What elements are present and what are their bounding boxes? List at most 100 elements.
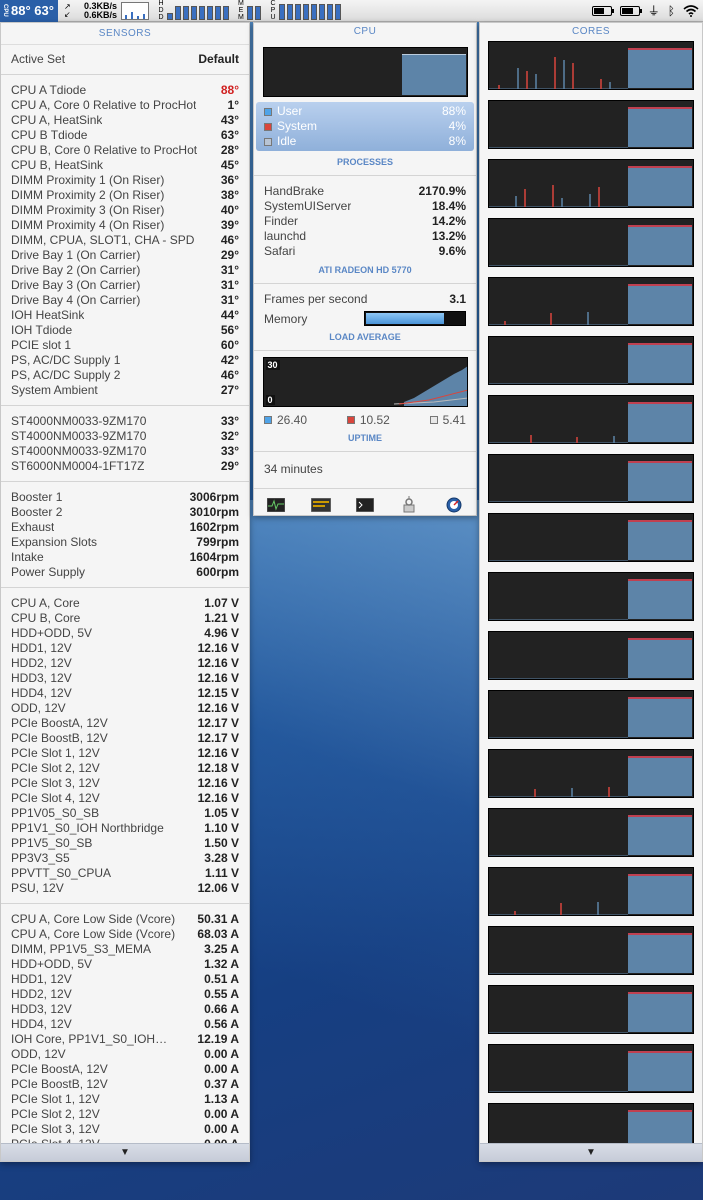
active-set-row[interactable]: Active Set Default — [1, 45, 249, 74]
cpu-legend-value: 8% — [448, 134, 466, 148]
voltage-row: PCIe BoostA, 12V 12.17 V — [1, 716, 249, 731]
voltage-row-label: PCIe BoostA, 12V — [11, 716, 108, 730]
net-down-rate: 0.6KB/s — [83, 9, 117, 20]
current-row-label: HDD3, 12V — [11, 1002, 72, 1016]
current-row-label: HDD+ODD, 5V — [11, 957, 93, 971]
core-history-plot — [489, 501, 628, 502]
wifi-icon[interactable] — [683, 4, 699, 17]
fan-row-value: 3010rpm — [189, 505, 239, 519]
process-list: HandBrake 2170.9% SystemUIServer 18.4% Finde… — [254, 176, 476, 259]
process-row-value: 2170.9% — [418, 184, 466, 198]
legend-swatch — [264, 138, 272, 146]
battery-2-icon[interactable] — [619, 5, 642, 16]
temperature-row-label: System Ambient — [11, 383, 98, 397]
terminal-icon[interactable] — [355, 497, 375, 513]
voltage-row-value: 12.16 V — [197, 776, 239, 790]
voltage-row-value: 1.50 V — [204, 836, 239, 850]
voltage-row: ODD, 12V 12.16 V — [1, 701, 249, 716]
system-profiler-icon[interactable] — [444, 497, 464, 513]
uptime-title: UPTIME — [347, 433, 382, 443]
hdd-menu-item[interactable] — [166, 2, 229, 20]
processes-title: PROCESSES — [336, 157, 394, 167]
core-graph — [488, 100, 694, 149]
core-graph — [488, 690, 694, 739]
mem-level-bar — [246, 5, 253, 20]
cpu-load-area — [401, 54, 466, 95]
current-row: CPU A, Core Low Side (Vcore) 68.03 A — [1, 927, 249, 942]
fps-value: 3.1 — [449, 292, 466, 306]
temperature-row-label: DIMM Proximity 4 (On Riser) — [11, 218, 165, 232]
temperature-row-label: IOH HeatSink — [11, 308, 85, 322]
voltage-row: HDD+ODD, 5V 4.96 V — [1, 626, 249, 641]
current-row: CPU A, Core Low Side (Vcore) 50.31 A — [1, 912, 249, 927]
temperature-row-label: IOH Tdiode — [11, 323, 73, 337]
disk-utility-icon[interactable] — [399, 496, 419, 513]
temperature-row-value: 56° — [220, 323, 239, 337]
cpu-title: CPU — [353, 26, 377, 37]
temperature-row: CPU B Tdiode 63° — [1, 128, 249, 143]
current-row-value: 0.66 A — [204, 1002, 239, 1016]
temperature-row-label: Drive Bay 2 (On Carrier) — [11, 263, 141, 277]
temperature-row-value: 31° — [220, 263, 239, 277]
current-row-label: PCIe BoostB, 12V — [11, 1077, 108, 1091]
cpu-panel: CPU User 88% System 4% Idle 8% PROCESSES Hand… — [253, 22, 477, 516]
cpu-legend-value: 88% — [441, 104, 466, 118]
voltage-row-label: PP3V3_S5 — [11, 851, 70, 865]
cpu-menu-item[interactable] — [278, 2, 341, 20]
core-graph — [488, 749, 694, 798]
console-icon[interactable] — [310, 497, 331, 513]
voltage-row-label: ODD, 12V — [11, 701, 66, 715]
drive-temperature-list: ST4000NM0033-9ZM170 33° ST4000NM0033-9ZM17… — [1, 414, 249, 474]
load-legend-item: 10.52 — [346, 413, 390, 427]
voltage-row-label: PPVTT_S0_CPUA — [11, 866, 112, 880]
core-history-plot — [489, 560, 628, 561]
hdd-level-bar — [190, 5, 197, 20]
voltage-row: PPVTT_S0_CPUA 1.11 V — [1, 866, 249, 881]
fan-row-value: 3006rpm — [189, 490, 239, 504]
temperature-row: DIMM Proximity 4 (On Riser) 39° — [1, 218, 249, 233]
active-set-label: Active Set — [11, 52, 66, 66]
bluetooth-icon[interactable]: ᛒ — [668, 5, 675, 17]
core-history-plot — [489, 787, 628, 797]
fan-row: Exhaust 1602rpm — [1, 520, 249, 535]
hdd-level-bar — [174, 5, 181, 20]
battery-icon[interactable] — [591, 5, 614, 16]
process-row-label: launchd — [264, 229, 307, 243]
temperature-row-label: PS, AC/DC Supply 1 — [11, 353, 121, 367]
temperature-row: PCIE slot 1 60° — [1, 338, 249, 353]
mem-menu-item[interactable] — [246, 2, 261, 20]
core-graph — [488, 41, 694, 90]
app-launcher-toolbar — [254, 488, 476, 514]
voltage-row: HDD3, 12V 12.16 V — [1, 671, 249, 686]
voltage-row-value: 12.17 V — [197, 716, 239, 730]
voltage-row: CPU B, Core 1.21 V — [1, 611, 249, 626]
voltage-row-value: 12.16 V — [197, 746, 239, 760]
sensors-title: SENSORS — [1, 23, 249, 45]
temperature-row: CPU A Tdiode 88° — [1, 83, 249, 98]
scroll-down-button[interactable]: ▼ — [1, 1143, 249, 1161]
voltage-row-label: PCIe BoostB, 12V — [11, 731, 108, 745]
fps-label: Frames per second — [264, 292, 368, 306]
cpu-level-bar — [310, 3, 317, 20]
network-menu-item[interactable]: ↗ ↙ 0.3KB/s 0.6KB/s — [64, 1, 149, 20]
core-history-plot — [489, 678, 628, 679]
memory-label: Memory — [264, 311, 308, 326]
gpu-memory-bar — [364, 311, 466, 326]
power-plug-icon[interactable]: ⏚ — [648, 5, 660, 17]
load-graph-min: 0 — [265, 395, 275, 405]
core-history-plot — [489, 185, 628, 207]
hdd-level-bar — [182, 5, 189, 20]
cpu-legend-label: Idle — [277, 134, 297, 148]
process-row-label: HandBrake — [264, 184, 325, 198]
temperature-menu-item[interactable]: CPU 88° 63° — [0, 0, 58, 22]
hdd-level-bar — [222, 5, 229, 20]
load-average-legend: 26.40 10.52 5.41 — [254, 407, 476, 427]
cores-scroll-down-button[interactable]: ▼ — [480, 1143, 702, 1161]
activity-monitor-icon[interactable] — [266, 497, 286, 513]
cores-panel: CORES ▼ — [479, 22, 703, 1162]
fan-row-label: Booster 2 — [11, 505, 63, 519]
hdd-level-bar — [214, 5, 221, 20]
fan-row-value: 799rpm — [196, 535, 239, 549]
current-row-label: PCIe BoostA, 12V — [11, 1062, 108, 1076]
fan-row-label: Exhaust — [11, 520, 55, 534]
